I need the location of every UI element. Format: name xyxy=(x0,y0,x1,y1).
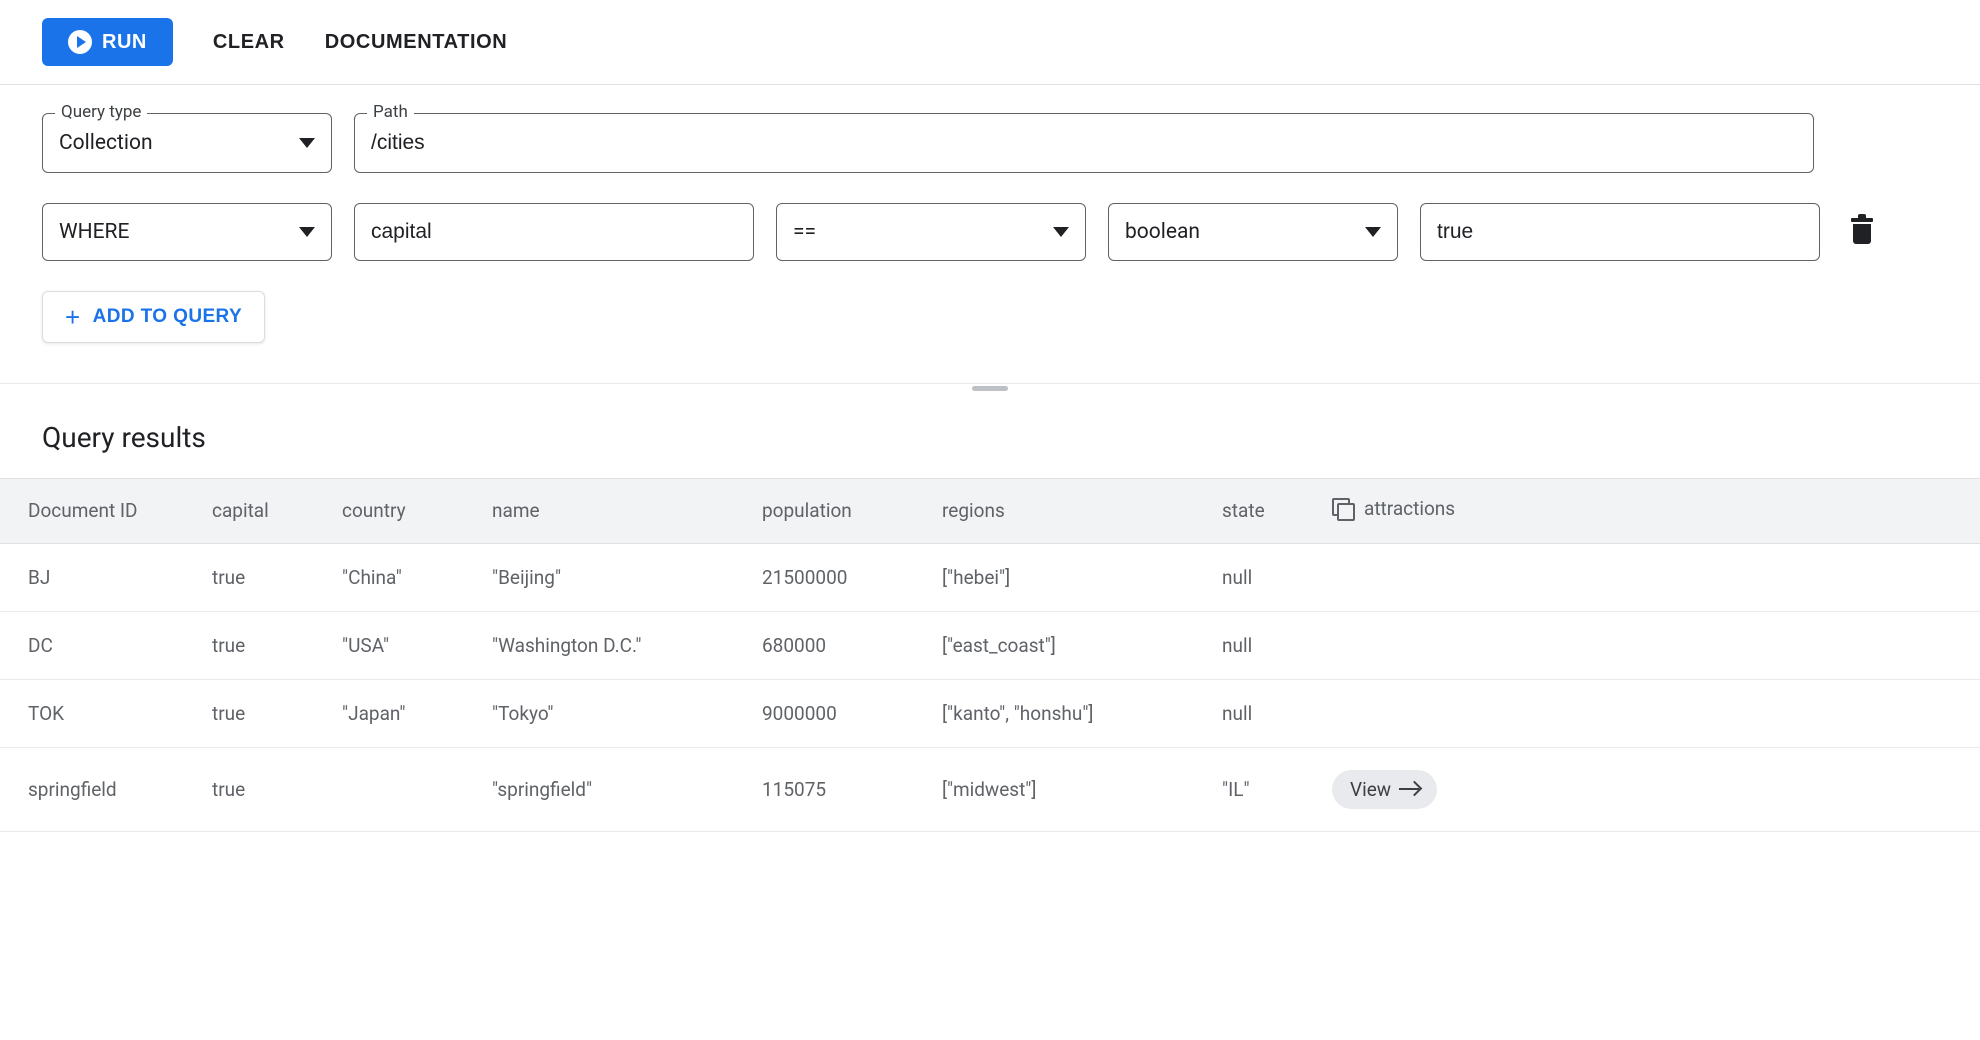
clause-field-input-wrap[interactable] xyxy=(354,203,754,261)
results-table: Document ID capital country name populat… xyxy=(0,478,1980,832)
clause-value-input[interactable] xyxy=(1437,220,1803,244)
cell-population: 680000 xyxy=(750,611,930,679)
chevron-down-icon xyxy=(299,138,315,148)
cell-population: 115075 xyxy=(750,747,930,831)
cell-state: null xyxy=(1210,679,1320,747)
cell-attractions xyxy=(1320,679,1980,747)
col-header-country[interactable]: country xyxy=(330,479,480,544)
cell-country: "Japan" xyxy=(330,679,480,747)
path-label: Path xyxy=(367,102,414,122)
view-attractions-button[interactable]: View xyxy=(1332,770,1437,809)
cell-name: "springfield" xyxy=(480,747,750,831)
query-type-value: Collection xyxy=(59,131,291,155)
cell-state: null xyxy=(1210,543,1320,611)
table-row[interactable]: springfieldtrue "springfield"115075["midw… xyxy=(0,747,1980,831)
cell-population: 9000000 xyxy=(750,679,930,747)
cell-capital: true xyxy=(200,611,330,679)
cell-regions: ["east_coast"] xyxy=(930,611,1210,679)
cell-population: 21500000 xyxy=(750,543,930,611)
cell-document-id: DC xyxy=(0,611,200,679)
chevron-down-icon xyxy=(1053,227,1069,237)
cell-country: "China" xyxy=(330,543,480,611)
path-input[interactable] xyxy=(371,131,1797,155)
col-header-attractions-label: attractions xyxy=(1364,497,1455,520)
cell-document-id: BJ xyxy=(0,543,200,611)
clause-operator-select[interactable]: == xyxy=(776,203,1086,261)
query-builder: Query type Collection Path WHERE == bool… xyxy=(0,85,1980,383)
col-header-regions[interactable]: regions xyxy=(930,479,1210,544)
cell-regions: ["midwest"] xyxy=(930,747,1210,831)
play-icon xyxy=(68,30,92,54)
chevron-down-icon xyxy=(299,227,315,237)
clause-type-value: boolean xyxy=(1125,220,1357,244)
clause-keyword-value: WHERE xyxy=(59,220,291,244)
clear-button[interactable]: CLEAR xyxy=(213,31,285,54)
cell-state: "IL" xyxy=(1210,747,1320,831)
cell-name: "Beijing" xyxy=(480,543,750,611)
col-header-population[interactable]: population xyxy=(750,479,930,544)
col-header-name[interactable]: name xyxy=(480,479,750,544)
add-to-query-button[interactable]: + ADD TO QUERY xyxy=(42,291,265,343)
table-row[interactable]: DCtrue"USA""Washington D.C."680000["east… xyxy=(0,611,1980,679)
results-title: Query results xyxy=(0,421,1980,478)
chevron-down-icon xyxy=(1365,227,1381,237)
plus-icon: + xyxy=(65,304,81,330)
cell-capital: true xyxy=(200,747,330,831)
table-row[interactable]: TOKtrue"Japan""Tokyo"9000000["kanto", "h… xyxy=(0,679,1980,747)
run-button[interactable]: RUN xyxy=(42,18,173,66)
table-row[interactable]: BJtrue"China""Beijing"21500000["hebei"]n… xyxy=(0,543,1980,611)
clause-operator-value: == xyxy=(793,220,1045,244)
clause-value-input-wrap[interactable] xyxy=(1420,203,1820,261)
results-section: Query results Document ID capital countr… xyxy=(0,397,1980,832)
clause-type-select[interactable]: boolean xyxy=(1108,203,1398,261)
col-header-attractions[interactable]: attractions xyxy=(1320,479,1980,544)
cell-name: "Tokyo" xyxy=(480,679,750,747)
collection-icon xyxy=(1332,498,1354,520)
col-header-capital[interactable]: capital xyxy=(200,479,330,544)
query-type-label: Query type xyxy=(55,102,147,122)
table-header-row: Document ID capital country name populat… xyxy=(0,479,1980,544)
col-header-state[interactable]: state xyxy=(1210,479,1320,544)
run-button-label: RUN xyxy=(102,31,147,54)
toolbar: RUN CLEAR DOCUMENTATION xyxy=(0,0,1980,85)
path-input-wrap[interactable]: Path xyxy=(354,113,1814,173)
cell-state: null xyxy=(1210,611,1320,679)
cell-document-id: TOK xyxy=(0,679,200,747)
cell-name: "Washington D.C." xyxy=(480,611,750,679)
view-label: View xyxy=(1350,778,1391,801)
clause-keyword-select[interactable]: WHERE xyxy=(42,203,332,261)
cell-attractions xyxy=(1320,611,1980,679)
cell-attractions xyxy=(1320,543,1980,611)
arrow-right-icon xyxy=(1399,788,1419,791)
trash-icon xyxy=(1851,218,1873,222)
delete-clause-button[interactable] xyxy=(1850,218,1874,246)
cell-country: "USA" xyxy=(330,611,480,679)
cell-regions: ["hebei"] xyxy=(930,543,1210,611)
cell-attractions: View xyxy=(1320,747,1980,831)
cell-capital: true xyxy=(200,543,330,611)
cell-capital: true xyxy=(200,679,330,747)
cell-country xyxy=(330,747,480,831)
cell-regions: ["kanto", "honshu"] xyxy=(930,679,1210,747)
cell-document-id: springfield xyxy=(0,747,200,831)
documentation-link[interactable]: DOCUMENTATION xyxy=(325,31,508,54)
clause-field-input[interactable] xyxy=(371,220,737,244)
col-header-document-id[interactable]: Document ID xyxy=(0,479,200,544)
resize-handle[interactable] xyxy=(0,383,1980,397)
query-type-select[interactable]: Query type Collection xyxy=(42,113,332,173)
drag-handle-icon xyxy=(972,386,1008,391)
add-to-query-label: ADD TO QUERY xyxy=(93,306,242,328)
